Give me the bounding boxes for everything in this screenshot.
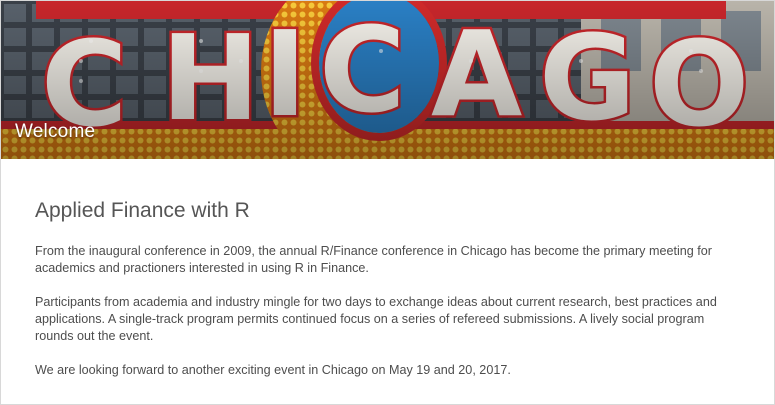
page-title: Applied Finance with R <box>35 199 250 222</box>
welcome-card: C H I C A G O Welcome Applied Finance wi… <box>0 0 775 405</box>
chicago-theatre-sign-image: C H I C A G O <box>1 1 774 159</box>
main-content: Applied Finance with R From the inaugura… <box>1 199 774 379</box>
intro-paragraph: From the inaugural conference in 2009, t… <box>35 244 712 275</box>
event-date-paragraph: We are looking forward to another exciti… <box>35 363 511 377</box>
description-paragraph: Participants from academia and industry … <box>35 295 717 343</box>
hero-banner: C H I C A G O Welcome <box>1 1 774 159</box>
hero-heading: Welcome <box>15 121 96 142</box>
